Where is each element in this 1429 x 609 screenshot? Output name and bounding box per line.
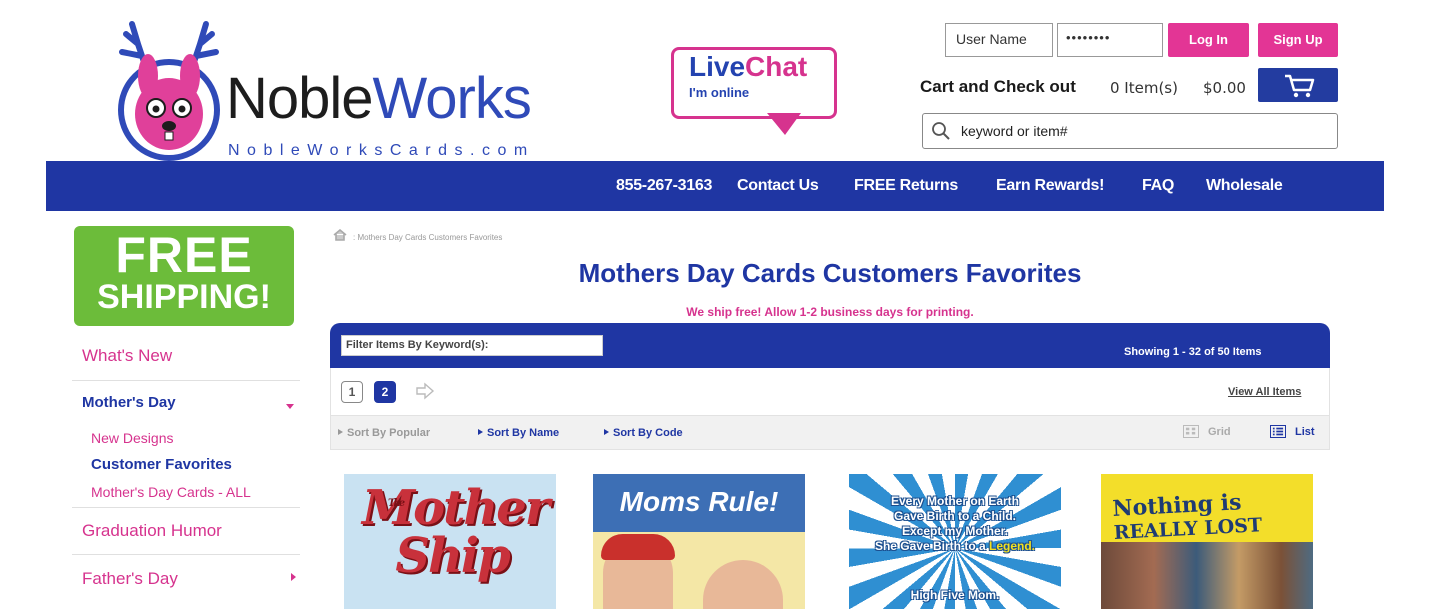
login-button[interactable]: Log In [1168,23,1249,57]
sidebar-item-graduation-humor[interactable]: Graduation Humor [82,521,222,541]
username-field[interactable]: User Name [945,23,1053,57]
sort-by-name[interactable]: Sort By Name [478,427,559,439]
search-field[interactable]: keyword or item# [922,113,1338,149]
list-icon[interactable] [1270,425,1286,438]
page-2-button[interactable]: 2 [374,381,396,403]
page-1-button[interactable]: 1 [341,381,363,403]
sidebar-sub-new-designs[interactable]: New Designs [91,430,173,446]
sidebar-item-mothers-day[interactable]: Mother's Day [82,394,176,411]
mascot-logo-icon [118,21,220,161]
sidebar-divider [72,507,300,508]
sidebar-divider [72,554,300,555]
filter-keyword-input[interactable]: Filter Items By Keyword(s): [341,335,603,356]
sidebar-item-fathers-day[interactable]: Father's Day [82,569,178,589]
sort-by-code[interactable]: Sort By Code [604,427,683,439]
nav-faq[interactable]: FAQ [1142,177,1174,195]
nav-earn-rewards[interactable]: Earn Rewards! [996,177,1104,195]
nav-phone[interactable]: 855-267-3163 [616,177,712,195]
free-shipping-banner[interactable]: FREE SHIPPING! [74,226,294,326]
livechat-tail [767,113,801,135]
card-mother-ship-art: The Mother Ship [362,480,550,584]
cart-icon [1285,74,1315,98]
nav-contact-us[interactable]: Contact Us [737,177,819,195]
pager-row [330,368,1330,415]
product-card[interactable]: Moms Rule! [593,474,805,609]
cart-item-count: 0 Item(s) [1110,79,1178,97]
card-legend-text: Every Mother on Earth Gave Birth to a Ch… [874,494,1036,553]
product-card[interactable]: Every Mother on Earth Gave Birth to a Ch… [849,474,1061,609]
cart-total: $0.00 [1203,79,1246,97]
cart-label[interactable]: Cart and Check out [920,77,1076,97]
breadcrumb: : Mothers Day Cards Customers Favorites [353,233,503,242]
sidebar-divider [72,380,300,381]
free-shipping-line2: SHIPPING! [97,278,271,316]
shipping-note: We ship free! Allow 1-2 business days fo… [686,305,974,319]
view-all-items-link[interactable]: View All Items [1228,386,1301,398]
search-icon [932,122,950,140]
home-icon[interactable] [333,229,347,241]
card-legend-footer: High Five Mom. [910,588,1000,602]
livechat-button[interactable]: LiveChat I'm online Start Chat [671,47,839,141]
product-card[interactable]: The Mother Ship [344,474,556,609]
sidebar-sub-customer-favorites[interactable]: Customer Favorites [91,456,232,473]
cart-button[interactable] [1258,68,1338,102]
sort-by-popular[interactable]: Sort By Popular [338,427,430,439]
search-input[interactable]: keyword or item# [961,123,1068,139]
nav-wholesale[interactable]: Wholesale [1206,177,1283,195]
view-list-label[interactable]: List [1295,426,1315,438]
product-card[interactable]: Nothing is REALLY LOST [1101,474,1313,609]
livechat-title: LiveChat [689,51,808,82]
logo-wordmark: NobleWorks [226,66,532,131]
site-logo[interactable]: NobleWorks NobleWorksCards.com [112,14,572,164]
view-grid-label[interactable]: Grid [1208,426,1231,438]
results-count: Showing 1 - 32 of 50 Items [1124,346,1262,358]
logo-domain: NobleWorksCards.com [228,142,535,159]
card-moms-rule-title: Moms Rule! [619,486,779,517]
free-shipping-line1: FREE [115,227,253,283]
page-title: Mothers Day Cards Customers Favorites [578,258,1082,288]
password-field[interactable]: •••••••• [1057,23,1163,57]
sidebar-item-whats-new[interactable]: What's New [82,346,172,366]
signup-button[interactable]: Sign Up [1258,23,1338,57]
card-nothing-lost-text: Nothing is REALLY LOST [1111,489,1263,544]
livechat-status: I'm online [689,85,750,100]
card-photo-art [1101,542,1313,609]
nav-free-returns[interactable]: FREE Returns [854,177,958,195]
grid-icon[interactable] [1183,425,1199,438]
caret-right-icon[interactable] [291,573,296,581]
caret-down-icon[interactable] [286,404,294,409]
main-nav: 855-267-3163 Contact Us FREE Returns Ear… [46,161,1384,211]
sidebar-sub-mothers-day-all[interactable]: Mother's Day Cards - ALL [91,484,251,500]
card-scarf-art [601,534,675,560]
next-arrow-icon[interactable] [415,382,435,400]
